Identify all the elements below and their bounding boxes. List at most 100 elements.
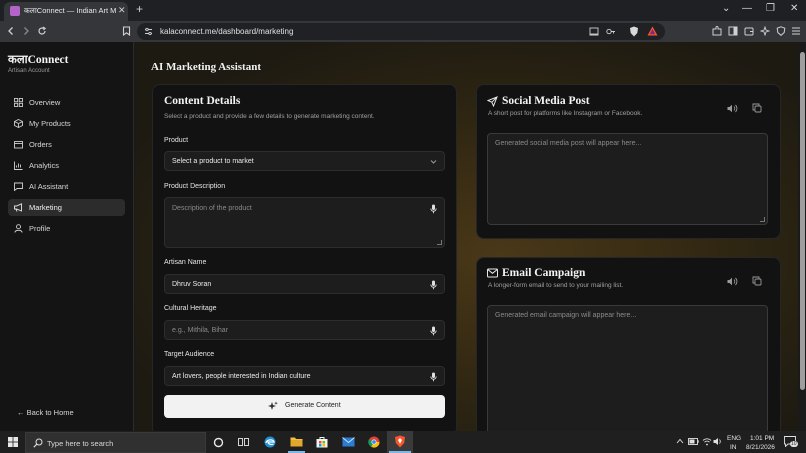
sidebar-item-ai-assistant[interactable]: AI Assistant (8, 178, 125, 195)
copy-icon[interactable] (752, 103, 762, 113)
sidebar-item-label: Profile (29, 224, 51, 233)
brave-shields-icon[interactable] (629, 26, 639, 37)
password-key-icon[interactable] (606, 27, 616, 36)
description-textarea[interactable]: Description of the product (164, 197, 445, 248)
tray-chevron-up-icon[interactable] (676, 438, 684, 444)
sidebar-item-marketing[interactable]: Marketing (8, 199, 125, 216)
brand-logo[interactable]: कलाConnect (8, 52, 69, 67)
task-view-icon[interactable] (238, 437, 249, 447)
chevron-down-icon (430, 160, 437, 164)
sparkles-icon (268, 401, 278, 410)
wifi-icon[interactable] (702, 437, 712, 446)
tab-list-button[interactable]: ⌄ (722, 3, 730, 14)
cast-icon[interactable] (589, 27, 599, 36)
social-media-post-title: Social Media Post (502, 95, 590, 107)
sidebar-item-label: Overview (29, 98, 61, 107)
target-audience-value: Art lovers, people interested in Indian … (172, 373, 311, 380)
speaker-icon[interactable] (727, 277, 738, 286)
chrome-icon[interactable] (368, 436, 380, 448)
account-type: Artisan Account (8, 68, 50, 74)
email-campaign-placeholder: Generated email campaign will appear her… (495, 312, 637, 319)
site-info-icon[interactable] (144, 27, 153, 36)
copy-icon[interactable] (752, 276, 762, 286)
browser-tab[interactable]: कलाConnect — Indian Art Marketplace ✕ (4, 2, 128, 21)
vpn-shield-icon[interactable] (776, 26, 786, 36)
windows-start-icon[interactable] (8, 437, 18, 447)
artisan-name-label: Artisan Name (164, 259, 207, 266)
sidebar-item-label: My Products (29, 119, 71, 128)
email-campaign-title: Email Campaign (502, 267, 586, 279)
cortana-icon[interactable] (213, 437, 224, 448)
menu-icon[interactable] (791, 26, 801, 36)
file-explorer-icon[interactable] (290, 436, 303, 447)
edge-browser-icon[interactable] (264, 436, 276, 448)
artisan-name-value: Dhruv Soran (172, 281, 212, 288)
taskbar-search-box[interactable]: Type here to search (25, 432, 206, 453)
notification-center-button[interactable]: 10 (784, 436, 798, 447)
clock-time[interactable]: 1:01 PM (750, 435, 774, 442)
cultural-heritage-input[interactable]: e.g., Mithila, Bihar (164, 320, 445, 340)
resize-grip-icon[interactable] (437, 240, 442, 245)
language-indicator[interactable]: ENG (727, 435, 741, 442)
sidebar-item-orders[interactable]: Orders (8, 136, 125, 153)
description-label: Product Description (164, 183, 226, 190)
product-label: Product (164, 137, 189, 144)
microphone-icon[interactable] (430, 372, 437, 382)
email-campaign-output[interactable]: Generated email campaign will appear her… (487, 305, 768, 435)
email-campaign-subtitle: A longer-form email to send to your mail… (488, 282, 624, 289)
window-restore-button[interactable]: ❐ (766, 3, 775, 14)
sidebar-toggle-icon[interactable] (728, 26, 738, 36)
store-icon[interactable] (316, 436, 328, 448)
mail-app-icon[interactable] (342, 437, 355, 447)
microphone-icon[interactable] (430, 326, 437, 336)
sidebar-item-label: Analytics (29, 161, 60, 170)
cultural-heritage-label: Cultural Heritage (164, 305, 217, 312)
sidebar-item-overview[interactable]: Overview (8, 94, 125, 111)
speaker-icon[interactable] (727, 104, 738, 113)
site-favicon-icon (10, 6, 20, 16)
overview-icon (14, 98, 23, 107)
sidebar-item-my-products[interactable]: My Products (8, 115, 125, 132)
brave-browser-icon[interactable] (394, 435, 406, 448)
reload-icon[interactable] (37, 26, 47, 36)
cultural-heritage-placeholder: e.g., Mithila, Bihar (172, 327, 229, 334)
back-arrow-icon[interactable] (6, 26, 16, 36)
forward-arrow-icon[interactable] (21, 26, 31, 36)
tab-title: कलाConnect — Indian Art Marketplace (24, 6, 116, 15)
search-icon (33, 438, 43, 448)
back-to-home-link[interactable]: ← Back to Home (17, 408, 74, 417)
orders-icon (14, 141, 23, 149)
bookmark-icon[interactable] (122, 26, 131, 36)
leo-ai-icon[interactable] (760, 26, 770, 36)
generate-content-button[interactable]: Generate Content (164, 395, 445, 418)
extensions-icon[interactable] (712, 26, 722, 36)
tab-close-icon[interactable]: ✕ (118, 5, 126, 16)
microphone-icon[interactable] (430, 280, 437, 290)
send-icon (487, 96, 498, 107)
artisan-name-input[interactable]: Dhruv Soran (164, 274, 445, 294)
wallet-icon[interactable] (744, 26, 754, 36)
content-details-title: Content Details (164, 95, 241, 107)
scrollbar-thumb[interactable] (800, 52, 805, 390)
window-minimize-button[interactable]: — (742, 3, 752, 14)
target-audience-input[interactable]: Art lovers, people interested in Indian … (164, 366, 445, 386)
sidebar-item-profile[interactable]: Profile (8, 220, 125, 237)
brave-rewards-icon[interactable] (647, 26, 658, 36)
notification-count-badge: 10 (790, 441, 798, 447)
product-select[interactable]: Select a product to market (164, 151, 445, 171)
sidebar-item-analytics[interactable]: Analytics (8, 157, 125, 174)
new-tab-button[interactable]: + (136, 2, 143, 16)
window-close-button[interactable]: ✕ (790, 3, 798, 14)
battery-icon[interactable] (688, 438, 699, 445)
generate-content-label: Generate Content (285, 402, 341, 409)
social-media-post-output[interactable]: Generated social media post will appear … (487, 133, 768, 225)
clock-date: 8/21/2026 (746, 444, 775, 451)
microphone-icon[interactable] (430, 204, 437, 214)
taskbar-search-placeholder: Type here to search (47, 438, 114, 448)
volume-icon[interactable] (713, 437, 723, 446)
chat-icon (14, 182, 23, 191)
address-bar[interactable]: kalaconnect.me/dashboard/marketing (137, 23, 665, 40)
sidebar-item-label: AI Assistant (29, 182, 69, 191)
resize-grip-icon[interactable] (760, 217, 765, 222)
sidebar-item-label: Orders (29, 140, 52, 149)
